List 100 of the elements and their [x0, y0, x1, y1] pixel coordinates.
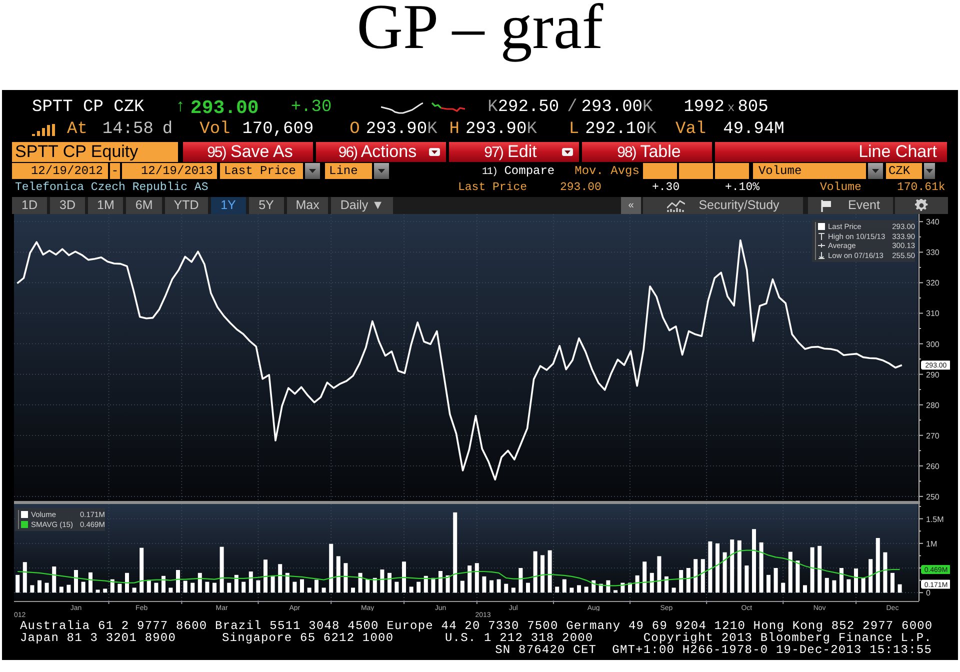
period-tab[interactable]: 6M	[126, 197, 162, 214]
caret-icon	[872, 169, 880, 173]
volume-bar	[88, 572, 92, 593]
volume-bar	[722, 552, 727, 593]
security-field[interactable]: SPTT CP Equity	[12, 142, 178, 162]
price-field-dropdown[interactable]: Last Price	[220, 163, 303, 179]
caret-icon	[926, 169, 934, 173]
down-arrow-icon	[818, 252, 825, 259]
settings-icon	[915, 199, 928, 212]
exchange-code: K	[526, 120, 537, 139]
volume-bar	[146, 580, 151, 593]
volume-bar	[416, 582, 421, 593]
volume-bar	[468, 566, 472, 593]
office-phone: Japan 81 3 3201 8900	[20, 632, 178, 644]
caret-icon	[309, 169, 316, 173]
period-tab[interactable]: 1D	[12, 197, 47, 214]
event-button[interactable]: Event	[808, 197, 893, 214]
dropdown-button[interactable]	[305, 163, 320, 179]
sparkline-icon	[380, 101, 423, 115]
volume-bar	[846, 579, 851, 593]
period-tab[interactable]: Max	[286, 197, 328, 214]
volume-bar	[518, 568, 523, 593]
volume-bar	[460, 580, 464, 593]
volume-bar	[708, 541, 712, 593]
axis-label: 300	[926, 340, 940, 349]
settings-button[interactable]	[895, 197, 948, 214]
dropdown-button[interactable]	[374, 163, 389, 179]
volume-bar	[438, 571, 442, 593]
volume-bar	[154, 582, 158, 593]
axis-label: 260	[926, 462, 940, 471]
currency-dropdown[interactable]: CZK	[886, 163, 922, 179]
price-change: +.30	[652, 180, 681, 195]
dropdown-button[interactable]	[924, 163, 936, 179]
slide-title: GP – graf	[356, 0, 604, 64]
volume-bar	[766, 574, 770, 593]
volume-bar	[103, 588, 108, 593]
field-label: H	[449, 120, 460, 139]
price-change: +.30	[290, 97, 332, 119]
last-price: 293.00	[190, 97, 259, 119]
volume-bar	[592, 580, 596, 593]
moving-average-field[interactable]	[715, 163, 750, 179]
volume-bar	[372, 578, 377, 593]
volume-bar	[336, 556, 340, 593]
volume-bar	[759, 542, 764, 593]
price-value: 293.90	[366, 120, 428, 139]
period-tab[interactable]: 5Y	[248, 197, 284, 214]
period-tab[interactable]: YTD	[164, 197, 208, 214]
study-dropdown[interactable]: Volume	[753, 163, 866, 179]
volume-bar	[883, 552, 888, 593]
volume-bar	[555, 586, 560, 593]
command-button[interactable]: 98) Table	[582, 142, 712, 162]
volume-bar	[752, 529, 756, 593]
period-tab[interactable]: 1Y	[210, 197, 246, 214]
axis-label: 280	[926, 400, 940, 410]
volume-bar	[248, 572, 253, 593]
bid-size: 1992	[684, 97, 725, 119]
collapse-button[interactable]: «	[621, 197, 641, 214]
volume-bar	[270, 575, 275, 593]
period-tab[interactable]: 3D	[50, 197, 85, 214]
axis-label: 1M	[926, 539, 938, 548]
volume-bar	[672, 588, 676, 593]
moving-average-field[interactable]	[679, 163, 714, 179]
volume-bar	[162, 576, 166, 593]
volume-bar	[66, 584, 71, 593]
volume-bar	[300, 579, 304, 593]
volume-bar	[642, 562, 647, 593]
start-date-field[interactable]: 12/19/2012	[12, 163, 108, 179]
volume-bar	[650, 572, 654, 593]
price-value: 293.90	[465, 120, 527, 139]
compare-button[interactable]: 11) Compare	[482, 163, 555, 179]
volume-bar	[686, 568, 690, 593]
flag-icon	[821, 200, 832, 212]
command-button[interactable]: 96) Actions	[316, 142, 446, 162]
volume-bar	[227, 582, 232, 593]
moving-average-field[interactable]	[643, 163, 678, 179]
volume-bar	[220, 546, 224, 593]
trade-time: 14:58	[102, 119, 154, 141]
volume-bar	[234, 574, 238, 593]
volume-bar	[74, 570, 78, 593]
period-tab[interactable]: 1M	[88, 197, 124, 214]
volume-bar	[329, 544, 334, 593]
volume-bar	[840, 568, 844, 593]
volume-bar	[205, 582, 210, 593]
volume-bar	[394, 582, 399, 593]
command-button[interactable]: 97) Edit	[449, 142, 579, 162]
volume-bar	[424, 576, 428, 593]
volume-bar	[496, 579, 501, 593]
frequency-dropdown[interactable]: Daily ▼	[331, 197, 394, 214]
volume-bar	[446, 575, 450, 593]
office-phone: U.S. 1 212 318 2000	[445, 632, 594, 644]
study-button[interactable]: Security/Study	[643, 197, 803, 214]
chart-type-dropdown[interactable]: Line	[325, 163, 372, 179]
end-date-field[interactable]: 12/19/2013	[122, 163, 217, 179]
ticker-symbol: SPTT CP CZK	[32, 97, 144, 119]
volume-bar	[388, 572, 392, 593]
command-button[interactable]: 95) Save As	[183, 142, 313, 162]
dropdown-button[interactable]	[868, 163, 884, 179]
office-phone: Singapore 65 6212 1000	[222, 632, 394, 644]
volume-bar	[533, 551, 538, 593]
volume-bar	[788, 552, 792, 593]
